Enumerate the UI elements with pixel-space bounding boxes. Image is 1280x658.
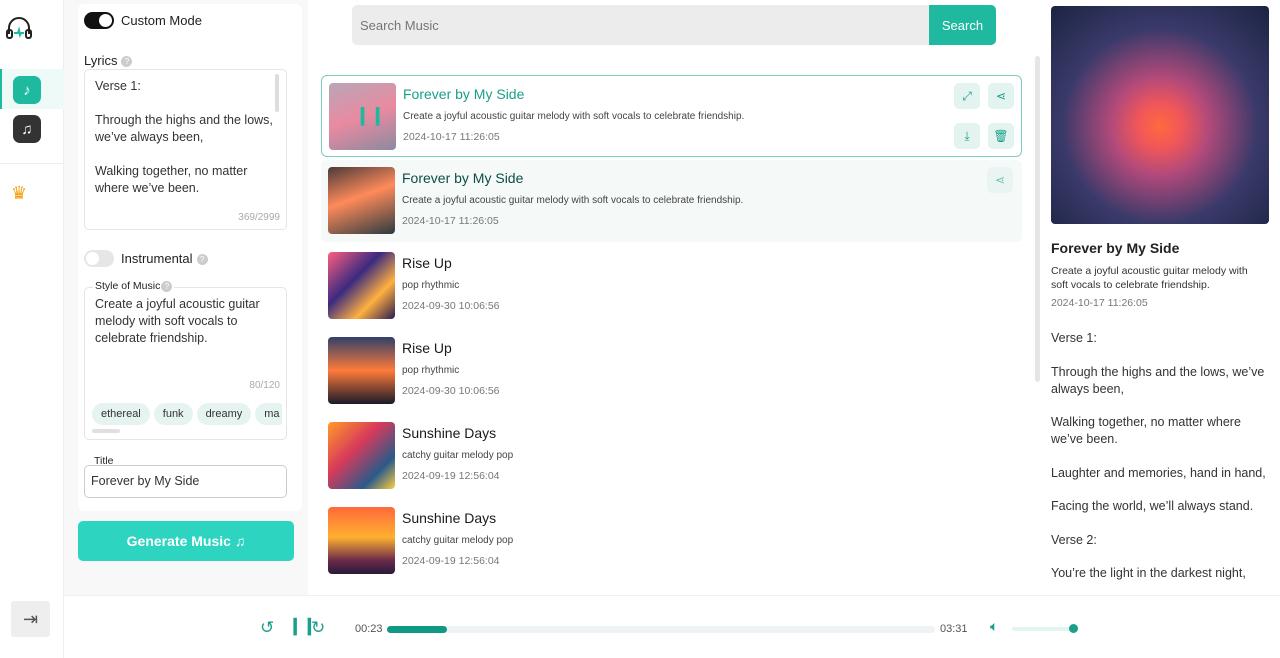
song-time: 2024-09-30 10:06:56 bbox=[402, 300, 500, 312]
help-icon[interactable]: ? bbox=[196, 254, 208, 266]
lyrics-count: 369/2999 bbox=[238, 212, 280, 223]
headphones-logo-icon[interactable] bbox=[6, 16, 32, 40]
share-icon[interactable]: ⋖ bbox=[988, 83, 1014, 109]
song-desc: Create a joyful acoustic guitar melody w… bbox=[402, 195, 744, 206]
lyrics-textarea[interactable]: Verse 1: Through the highs and the lows,… bbox=[84, 69, 287, 230]
player-bar: ↺ ❙❙ ↻ 00:23 03:31 🔈︎ bbox=[64, 595, 1280, 658]
song-title: Sunshine Days bbox=[402, 510, 497, 526]
song-desc: catchy guitar melody pop bbox=[402, 450, 514, 461]
detail-lyrics: Verse 1: Through the highs and the lows,… bbox=[1051, 330, 1271, 599]
song-desc: catchy guitar melody pop bbox=[402, 535, 514, 546]
song-time: 2024-09-19 12:56:04 bbox=[402, 470, 500, 482]
generate-music-button[interactable]: Generate Music ♫ bbox=[78, 521, 294, 561]
song-desc: pop rhythmic bbox=[402, 280, 460, 291]
tags-scrollbar[interactable] bbox=[92, 429, 120, 433]
tag-chip[interactable]: ethereal bbox=[92, 403, 150, 425]
detail-desc: Create a joyful acoustic guitar melody w… bbox=[1051, 265, 1248, 291]
song-time: 2024-09-19 12:56:04 bbox=[402, 555, 500, 567]
lyric-line: You’re the light in the darkest night, bbox=[1051, 566, 1246, 580]
search-input[interactable] bbox=[352, 5, 929, 45]
style-label: Style of Music? bbox=[93, 280, 175, 292]
cover-image bbox=[1051, 6, 1269, 224]
rewind-15-icon[interactable]: ↺ bbox=[260, 618, 274, 638]
custom-mode-toggle[interactable] bbox=[84, 12, 114, 29]
song-title: Sunshine Days bbox=[402, 425, 497, 441]
custom-mode-label: Custom Mode bbox=[121, 13, 202, 28]
song-detail-panel: Forever by My Side Create a joyful acous… bbox=[1040, 0, 1280, 595]
style-label-text: Style of Music bbox=[95, 280, 161, 292]
lyric-line: Through the highs and the lows, we’ve al… bbox=[1051, 364, 1265, 396]
music-library-icon[interactable]: ♫ bbox=[13, 115, 41, 143]
login-icon[interactable]: ⇥ bbox=[11, 601, 50, 637]
tag-chip[interactable]: dreamy bbox=[196, 403, 252, 425]
progress-fill bbox=[387, 626, 448, 633]
progress-slider[interactable] bbox=[387, 626, 935, 633]
detail-title: Forever by My Side bbox=[1051, 240, 1180, 256]
song-title: Rise Up bbox=[402, 340, 452, 356]
song-time: 2024-10-17 11:26:05 bbox=[402, 215, 499, 227]
help-icon[interactable]: ? bbox=[121, 56, 133, 68]
divider bbox=[0, 163, 64, 164]
nav-rail: ♪ ♫ ♛ ⇥ bbox=[0, 0, 64, 658]
lyric-line: Laughter and memories, hand in hand, bbox=[1051, 465, 1266, 480]
music-create-icon[interactable]: ♪ bbox=[13, 76, 41, 104]
lyrics-label-text: Lyrics bbox=[84, 53, 118, 68]
song-thumbnail[interactable] bbox=[328, 507, 395, 574]
lyric-line: Verse 1: bbox=[1051, 331, 1097, 345]
expand-icon[interactable]: ⤢ bbox=[954, 83, 980, 109]
create-form: Custom Mode Lyrics? Verse 1: Through the… bbox=[78, 4, 302, 511]
song-item[interactable]: ❙❙ Forever by My Side Create a joyful ac… bbox=[321, 75, 1022, 157]
style-text: Create a joyful acoustic guitar melody w… bbox=[95, 297, 260, 345]
song-thumbnail[interactable] bbox=[328, 337, 395, 404]
lyric-line: Facing the world, we’ll always stand. bbox=[1051, 499, 1254, 513]
style-textarea[interactable]: Style of Music? Create a joyful acoustic… bbox=[84, 280, 287, 440]
current-time: 00:23 bbox=[355, 623, 383, 635]
search-button[interactable]: Search bbox=[929, 5, 996, 45]
volume-knob[interactable] bbox=[1069, 624, 1078, 633]
duration: 03:31 bbox=[940, 623, 968, 635]
song-item[interactable]: Sunshine Days catchy guitar melody pop 2… bbox=[321, 500, 1022, 582]
title-input[interactable]: Forever by My Side bbox=[84, 465, 287, 498]
song-title: Forever by My Side bbox=[402, 170, 524, 186]
forward-15-icon[interactable]: ↻ bbox=[311, 618, 325, 638]
pause-icon[interactable]: ❙❙ bbox=[355, 105, 385, 126]
song-thumbnail[interactable] bbox=[328, 252, 395, 319]
lyric-line: Walking together, no matter where we’ve … bbox=[1051, 415, 1241, 446]
lyrics-text: Verse 1: Through the highs and the lows,… bbox=[95, 79, 273, 195]
style-tags: ethereal funk dreamy ma bbox=[92, 403, 282, 425]
song-item[interactable]: Rise Up pop rhythmic 2024-09-30 10:06:56 bbox=[321, 245, 1022, 327]
song-thumbnail[interactable]: ❙❙ bbox=[329, 83, 396, 150]
instrumental-label-text: Instrumental bbox=[121, 251, 193, 266]
create-panel: Custom Mode Lyrics? Verse 1: Through the… bbox=[64, 0, 308, 595]
song-time: 2024-09-30 10:06:56 bbox=[402, 385, 500, 397]
help-icon[interactable]: ? bbox=[161, 280, 173, 292]
song-item[interactable]: Rise Up pop rhythmic 2024-09-30 10:06:56 bbox=[321, 330, 1022, 412]
lyrics-label: Lyrics? bbox=[84, 53, 133, 68]
tag-chip[interactable]: ma bbox=[255, 403, 282, 425]
lyrics-scrollbar[interactable] bbox=[275, 74, 279, 112]
song-time: 2024-10-17 11:26:05 bbox=[403, 131, 500, 143]
style-count: 80/120 bbox=[249, 380, 280, 391]
song-title: Rise Up bbox=[402, 255, 452, 271]
song-list: ❙❙ Forever by My Side Create a joyful ac… bbox=[321, 75, 1022, 585]
share-icon[interactable]: ⋖ bbox=[987, 167, 1013, 193]
song-thumbnail[interactable] bbox=[328, 422, 395, 489]
song-item[interactable]: Forever by My Side Create a joyful acous… bbox=[321, 160, 1022, 242]
delete-icon[interactable]: 🗑︎ bbox=[988, 123, 1014, 149]
volume-icon[interactable]: 🔈︎ bbox=[990, 618, 998, 635]
song-item[interactable]: Sunshine Days catchy guitar melody pop 2… bbox=[321, 415, 1022, 497]
instrumental-label: Instrumental? bbox=[121, 251, 208, 266]
song-desc: Create a joyful acoustic guitar melody w… bbox=[403, 111, 745, 122]
song-desc: pop rhythmic bbox=[402, 365, 460, 376]
tag-chip[interactable]: funk bbox=[153, 403, 193, 425]
volume-slider[interactable] bbox=[1012, 627, 1074, 631]
download-icon[interactable]: ⤓ bbox=[954, 123, 980, 149]
detail-time: 2024-10-17 11:26:05 bbox=[1051, 297, 1148, 309]
lyric-line: Verse 2: bbox=[1051, 532, 1097, 547]
instrumental-toggle[interactable] bbox=[84, 250, 114, 267]
song-thumbnail[interactable] bbox=[328, 167, 395, 234]
crown-icon[interactable]: ♛ bbox=[11, 183, 27, 204]
song-title: Forever by My Side bbox=[403, 86, 525, 102]
